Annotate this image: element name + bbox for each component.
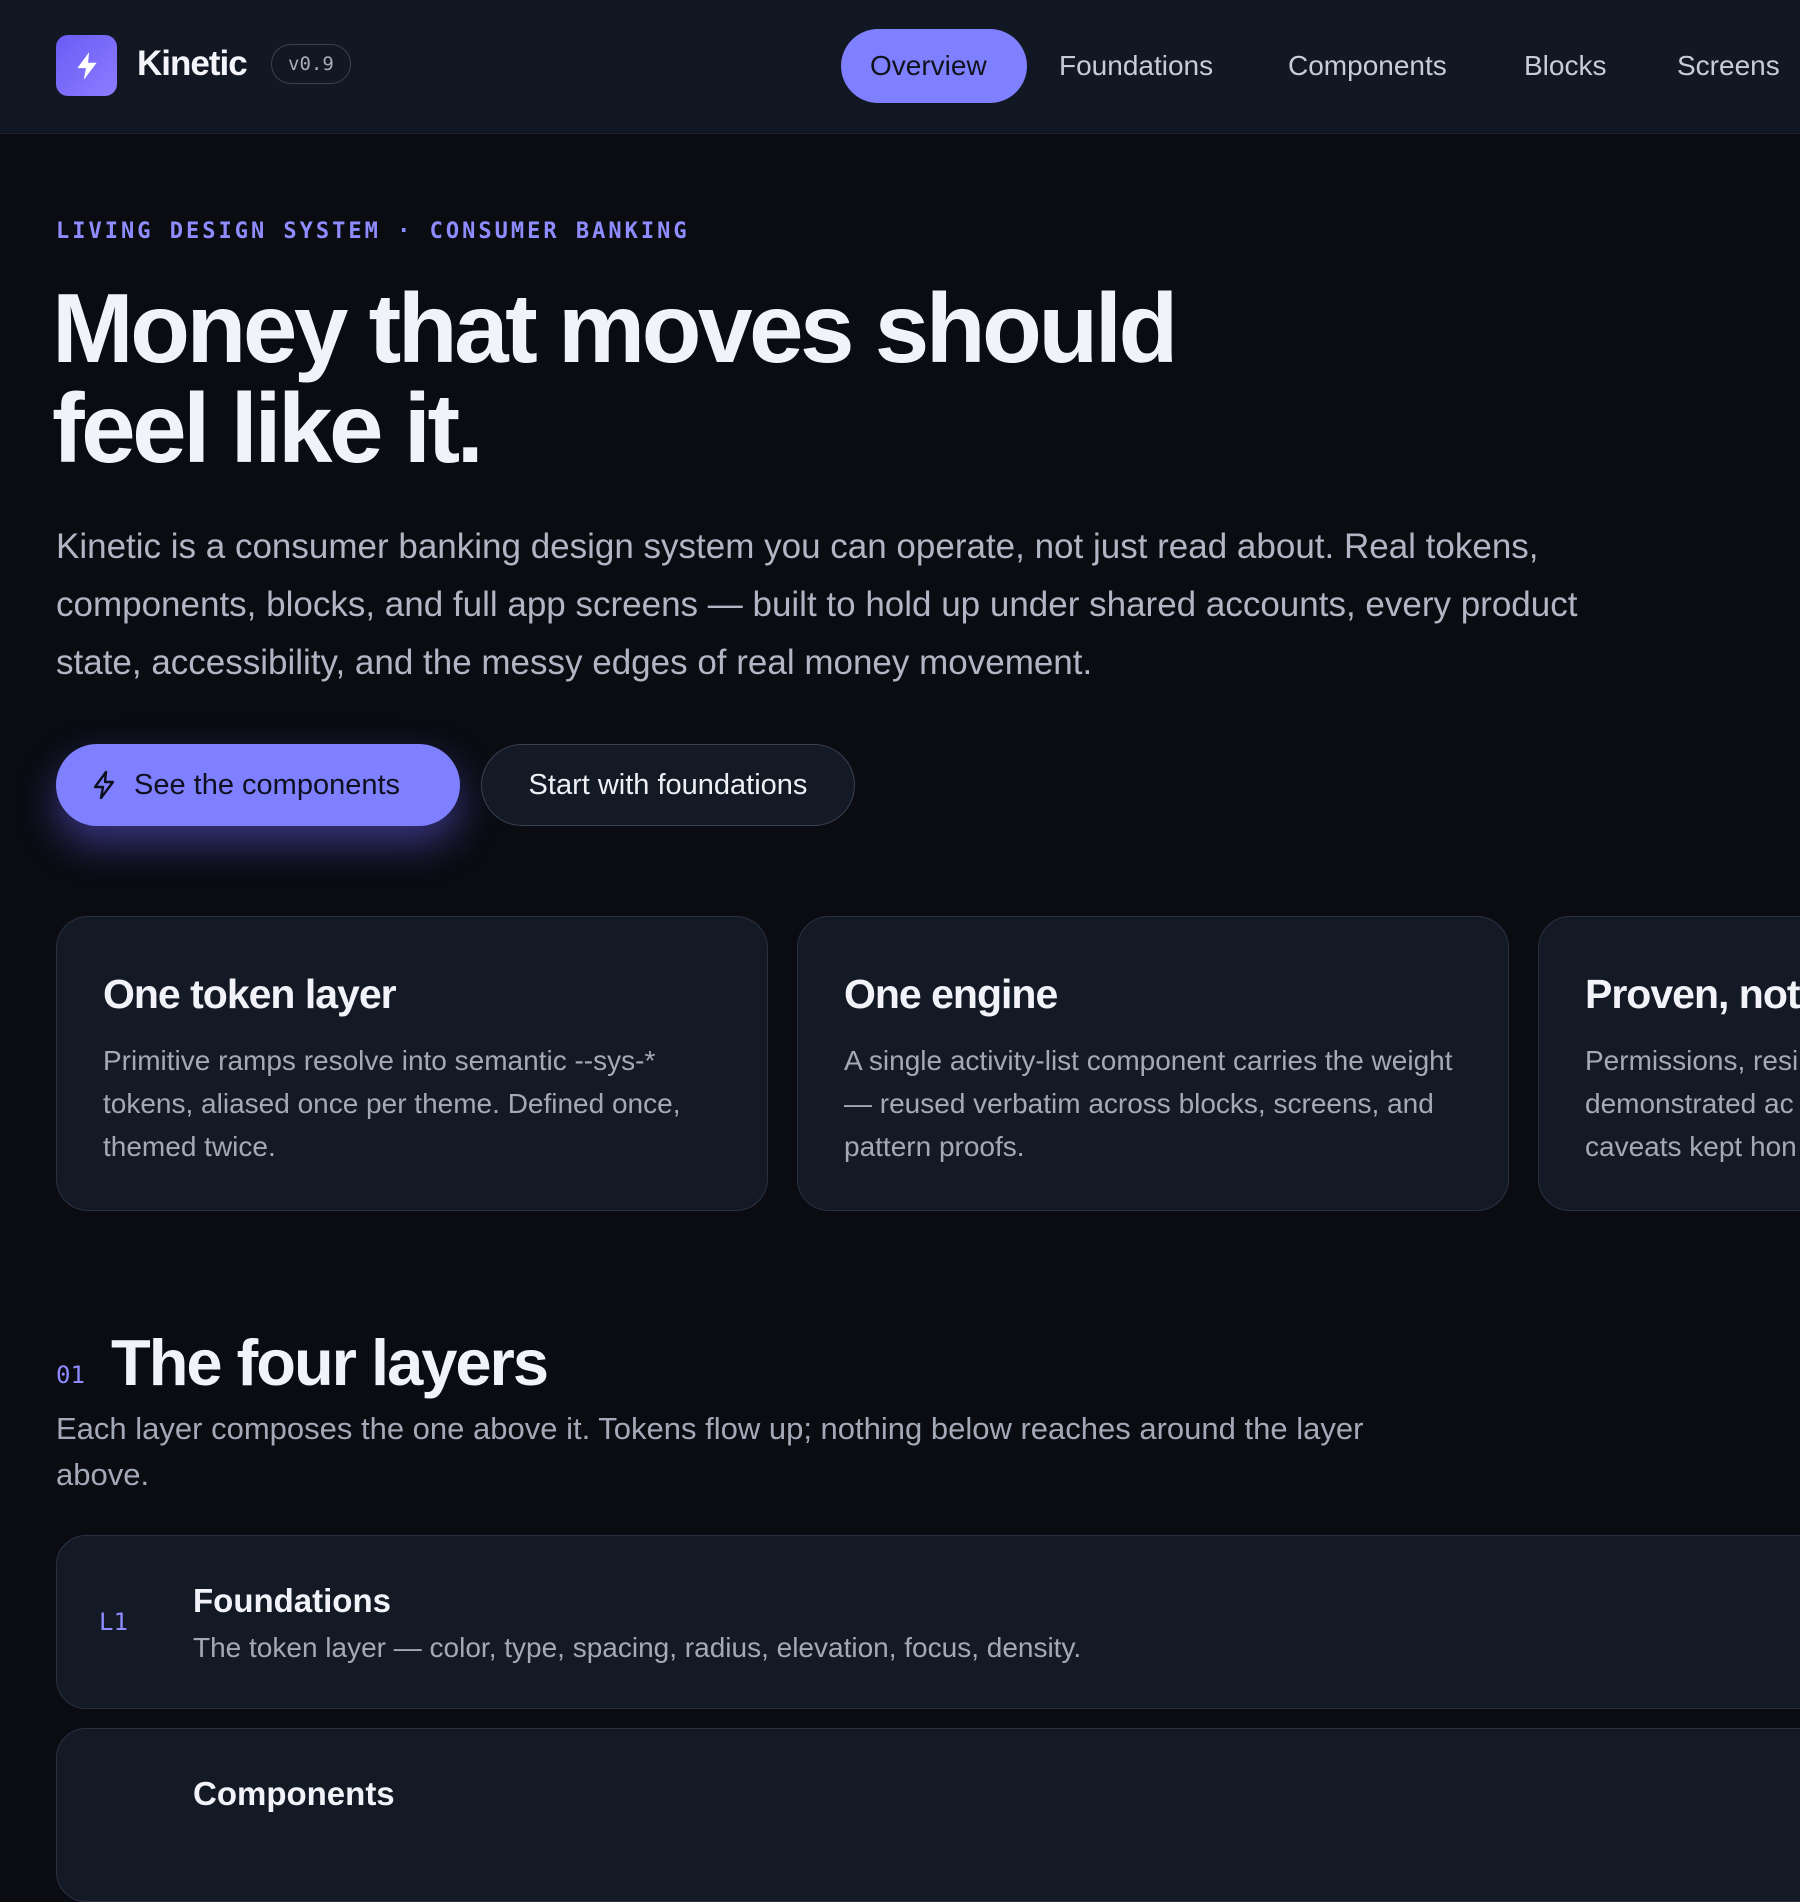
nav-components[interactable]: Components	[1288, 29, 1447, 103]
nav-overview[interactable]: Overview	[841, 29, 1027, 103]
feature-card: Proven, not Permissions, resi demonstrat…	[1538, 916, 1800, 1211]
bolt-icon	[92, 770, 116, 800]
layer-row-components[interactable]: Components	[56, 1728, 1800, 1902]
layer-title: Foundations	[193, 1582, 391, 1619]
top-navigation-bar: Kinetic v0.9 Overview Foundations Compon…	[0, 0, 1800, 134]
nav-foundations[interactable]: Foundations	[1059, 29, 1213, 103]
feature-card-body: Primitive ramps resolve into semantic --…	[103, 1045, 681, 1162]
version-badge: v0.9	[271, 44, 351, 84]
section-description: Each layer composes the one above it. To…	[56, 1411, 1364, 1492]
bolt-icon	[76, 51, 97, 80]
hero-intro: Kinetic is a consumer banking design sys…	[56, 527, 1578, 682]
logo-mark[interactable]	[56, 35, 117, 96]
feature-card-body: Permissions, resi demonstrated ac caveat…	[1585, 1045, 1799, 1162]
feature-card-title: One engine	[844, 971, 1058, 1017]
hero-headline: Money that moves should feel like it.	[52, 278, 1452, 478]
layer-description: The token layer — color, type, spacing, …	[193, 1632, 1082, 1663]
hero-eyebrow: LIVING DESIGN SYSTEM · CONSUMER BANKING	[56, 219, 690, 244]
layer-title: Components	[193, 1775, 395, 1812]
layer-code: L1	[99, 1608, 128, 1636]
section-number: 01	[56, 1361, 85, 1389]
see-components-label: See the components	[134, 768, 401, 801]
headline-line-1: Money that moves should	[52, 273, 1178, 383]
start-with-foundations-button[interactable]: Start with foundations	[481, 744, 855, 826]
nav-screens[interactable]: Screens	[1677, 29, 1780, 103]
nav-blocks[interactable]: Blocks	[1524, 29, 1606, 103]
feature-card: One engine A single activity-list compon…	[797, 916, 1509, 1211]
feature-card-title: Proven, not	[1585, 971, 1800, 1017]
layer-row-foundations[interactable]: L1 Foundations The token layer — color, …	[56, 1535, 1800, 1709]
headline-line-2: feel like it.	[52, 373, 484, 483]
brand-name[interactable]: Kinetic	[137, 44, 248, 84]
section-title: The four layers	[111, 1326, 549, 1399]
feature-card-body: A single activity-list component carries…	[844, 1045, 1453, 1162]
feature-card-title: One token layer	[103, 971, 397, 1017]
see-components-button[interactable]: See the components	[56, 744, 460, 826]
feature-card: One token layer Primitive ramps resolve …	[56, 916, 768, 1211]
